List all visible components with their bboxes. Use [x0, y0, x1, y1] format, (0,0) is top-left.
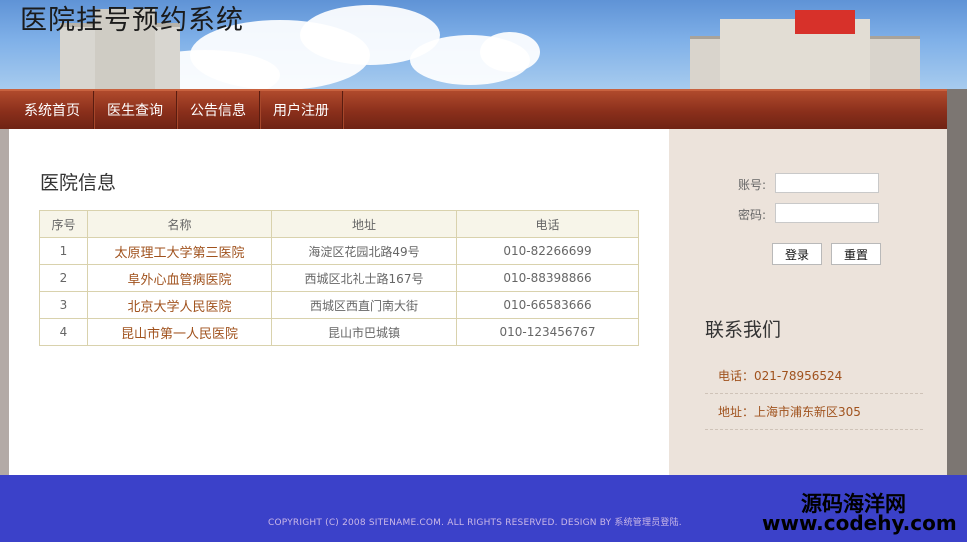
hospital-name-link[interactable]: 北京大学人民医院	[127, 300, 231, 315]
hospital-table: 序号 名称 地址 电话 1 太原理工大学第三医院 海淀区花园北路49号 010-…	[39, 210, 639, 346]
nav-item-announcements[interactable]: 公告信息	[177, 91, 260, 129]
account-input[interactable]	[775, 173, 879, 193]
cell-address: 西城区西直门南大街	[271, 291, 457, 319]
account-label: 账号:	[738, 178, 767, 192]
contact-address: 地址：上海市浦东新区305	[705, 394, 923, 430]
hospital-name-link[interactable]: 太原理工大学第三医院	[114, 246, 244, 261]
cell-no: 1	[39, 237, 88, 265]
cell-phone: 010-66583666	[456, 291, 639, 319]
left-border-strip	[0, 129, 9, 475]
cell-no: 3	[39, 291, 88, 319]
cell-phone: 010-88398866	[456, 264, 639, 292]
column-header-phone: 电话	[456, 210, 639, 238]
table-row: 3 北京大学人民医院 西城区西直门南大街 010-66583666	[39, 291, 639, 319]
nav-item-home[interactable]: 系统首页	[11, 91, 94, 129]
password-input[interactable]	[775, 203, 879, 223]
section-heading: 医院信息	[40, 172, 117, 194]
column-header-address: 地址	[271, 210, 457, 238]
cell-address: 海淀区花园北路49号	[271, 237, 457, 265]
password-label: 密码:	[738, 208, 767, 222]
hospital-sign-graphic	[795, 10, 855, 34]
table-row: 4 昆山市第一人民医院 昆山市巴城镇 010-123456767	[39, 318, 639, 346]
footer: COPYRIGHT (C) 2008 SITENAME.COM. ALL RIG…	[0, 475, 967, 542]
reset-button[interactable]: 重置	[831, 243, 881, 265]
nav-item-doctor-search[interactable]: 医生查询	[94, 91, 177, 129]
column-header-name: 名称	[87, 210, 272, 238]
right-border-strip	[947, 89, 967, 475]
table-row: 2 阜外心血管病医院 西城区北礼士路167号 010-88398866	[39, 264, 639, 292]
cell-no: 2	[39, 264, 88, 292]
main-nav: 系统首页 医生查询 公告信息 用户注册	[0, 89, 958, 129]
login-button[interactable]: 登录	[772, 243, 822, 265]
site-title: 医院挂号预约系统	[20, 5, 244, 36]
contact-phone: 电话：021-78956524	[705, 358, 923, 394]
nav-item-register[interactable]: 用户注册	[260, 91, 343, 129]
header-banner: 医院挂号预约系统	[0, 0, 967, 89]
cell-address: 昆山市巴城镇	[271, 318, 457, 346]
contact-title: 联系我们	[705, 319, 782, 341]
cell-phone: 010-82266699	[456, 237, 639, 265]
cloud-graphic	[480, 32, 540, 72]
copyright-text: COPYRIGHT (C) 2008 SITENAME.COM. ALL RIG…	[268, 518, 682, 528]
cell-address: 西城区北礼士路167号	[271, 264, 457, 292]
watermark-url: www.codehy.com	[762, 511, 957, 535]
cell-no: 4	[39, 318, 88, 346]
hospital-name-link[interactable]: 昆山市第一人民医院	[121, 327, 238, 342]
hospital-name-link[interactable]: 阜外心血管病医院	[127, 273, 231, 288]
table-row: 1 太原理工大学第三医院 海淀区花园北路49号 010-82266699	[39, 237, 639, 265]
cell-phone: 010-123456767	[456, 318, 639, 346]
table-header-row: 序号 名称 地址 电话	[39, 210, 639, 238]
sidebar: 账号: 密码: 登录 重置 联系我们 电话：021-78956524 地址：上海…	[669, 129, 947, 475]
main-content: 医院信息 序号 名称 地址 电话 1 太原理工大学第三医院 海淀区花园北路49号…	[9, 129, 669, 475]
column-header-no: 序号	[39, 210, 88, 238]
